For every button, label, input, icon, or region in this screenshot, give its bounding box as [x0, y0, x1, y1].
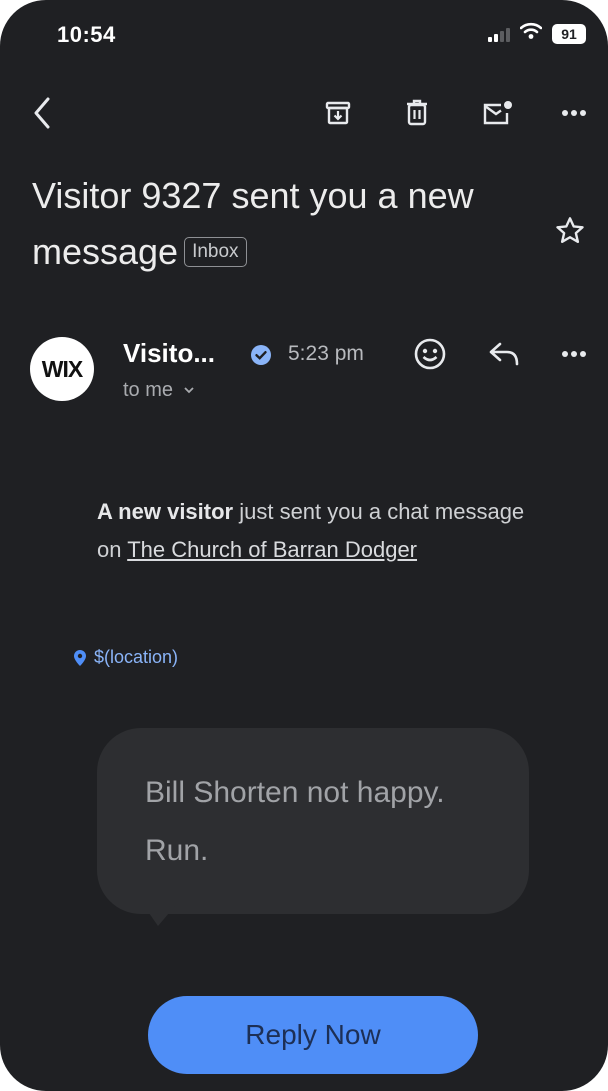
star-icon[interactable]	[554, 215, 586, 252]
recipient-text: to me	[123, 379, 174, 401]
email-body-text: A new visitor just sent you a chat messa…	[97, 493, 527, 569]
reply-now-button[interactable]: Reply Now	[148, 996, 478, 1074]
subject-text: Visitor 9327 sent you a new message	[32, 175, 474, 272]
site-link[interactable]: The Church of Barran Dodger	[127, 537, 417, 562]
mark-unread-icon[interactable]	[477, 85, 517, 141]
location-pin-icon	[74, 649, 86, 666]
recipient-details[interactable]: to me	[123, 379, 195, 402]
email-toolbar	[0, 85, 608, 141]
reply-icon[interactable]	[484, 334, 524, 374]
status-time: 10:54	[57, 22, 116, 47]
emoji-reaction-icon[interactable]	[410, 334, 450, 374]
location-text: $(location)	[94, 647, 179, 667]
email-subject: Visitor 9327 sent you a new message Inbox	[32, 168, 532, 280]
verified-badge-icon	[250, 344, 272, 371]
back-arrow-icon[interactable]	[24, 85, 60, 141]
chat-bubble: Bill Shorten not happy. Run.	[97, 728, 529, 914]
more-icon[interactable]	[556, 85, 592, 141]
wifi-icon	[519, 22, 543, 45]
battery-icon: 91	[552, 23, 586, 44]
trash-icon[interactable]	[399, 85, 435, 141]
phone-screen: 10:54 91 Visitor 9327 sent you a new mes…	[0, 0, 608, 1091]
body-bold-lead: A new visitor	[97, 499, 234, 524]
sender-name[interactable]: Visito...	[123, 338, 215, 369]
sender-avatar[interactable]: WIX	[30, 337, 94, 401]
chevron-down-icon	[183, 387, 194, 394]
location-row: $(location)	[74, 647, 178, 668]
signal-icon	[488, 26, 510, 42]
sender-row: WIX Visito... 5:23 pm to me	[0, 332, 608, 412]
archive-icon[interactable]	[320, 85, 356, 141]
status-bar: 10:54 91	[0, 0, 608, 70]
sent-time: 5:23 pm	[288, 342, 364, 365]
bubble-tail	[140, 900, 180, 926]
chat-message: Bill Shorten not happy. Run.	[145, 776, 445, 867]
inbox-label-badge[interactable]: Inbox	[184, 237, 247, 267]
status-icons: 91	[488, 22, 586, 45]
message-more-icon[interactable]	[556, 334, 592, 374]
